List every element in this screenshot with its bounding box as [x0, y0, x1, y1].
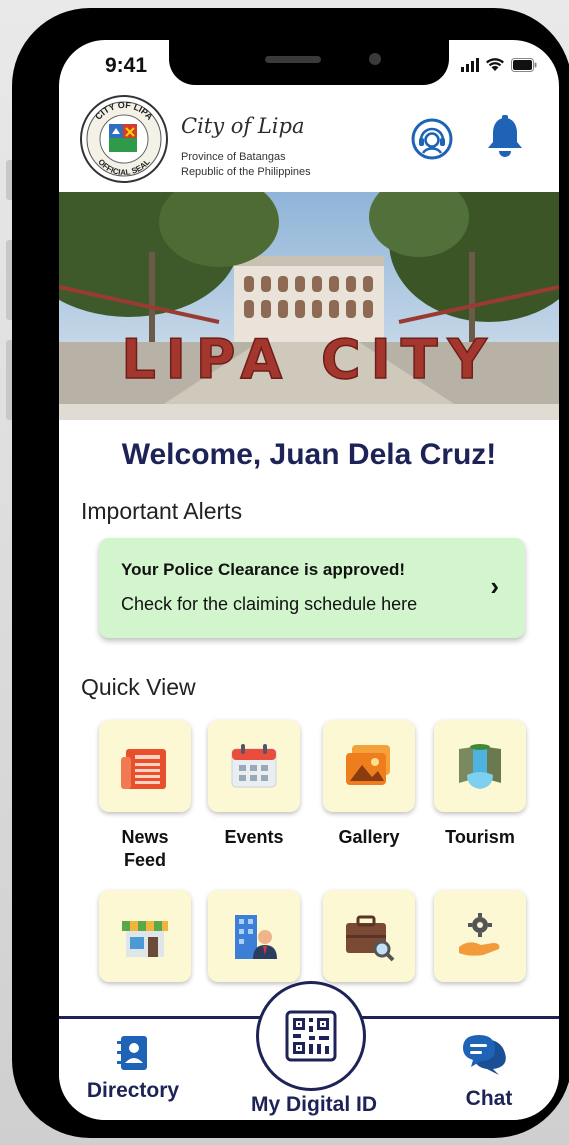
chat-bubbles-icon	[463, 1035, 506, 1075]
hero-sign-text: LIPA CITY	[121, 328, 496, 391]
nav-chat-label: Chat	[465, 1087, 513, 1110]
quick-view-events[interactable]	[208, 720, 300, 812]
bell-icon[interactable]	[483, 114, 527, 160]
tile-label-line: News	[121, 827, 169, 847]
nav-directory[interactable]: Directory	[83, 1033, 183, 1103]
important-alerts-heading: Important Alerts	[81, 498, 243, 524]
building-person-icon	[235, 915, 277, 959]
waterfall-icon	[459, 744, 501, 789]
briefcase-search-icon	[346, 915, 395, 962]
nav-directory-label: Directory	[86, 1079, 180, 1102]
hand-gear-icon	[459, 913, 500, 956]
images-icon	[346, 745, 390, 785]
hero-image-lipa-city: LIPA CITY	[59, 192, 559, 420]
tile-label-news-feed: News Feed	[90, 826, 200, 872]
storefront-icon	[122, 921, 168, 957]
quick-view-jobs[interactable]	[323, 890, 415, 982]
alert-title: Your Police Clearance is approved!	[121, 560, 406, 579]
contact-book-icon	[117, 1036, 147, 1070]
nav-chat[interactable]: Chat	[439, 1033, 539, 1111]
tile-label-tourism: Tourism	[445, 827, 515, 847]
quick-view-social[interactable]	[434, 890, 526, 982]
user-headset-icon[interactable]	[411, 118, 453, 160]
phone-frame: 9:41 CITY OF LIPA OFFICIAL SEAL City of …	[12, 8, 569, 1138]
quick-view-heading: Quick View	[81, 674, 196, 700]
quick-view-business[interactable]	[208, 890, 300, 982]
notch-speaker	[265, 56, 321, 63]
quick-view-gallery[interactable]	[323, 720, 415, 812]
qr-code-icon	[285, 1010, 337, 1062]
province-label: Province of Batangas	[181, 151, 286, 163]
device-notch	[169, 40, 449, 85]
nav-my-digital-id-label: My Digital ID	[250, 1093, 377, 1116]
status-icons	[461, 56, 537, 72]
signal-icon	[461, 56, 479, 72]
alert-body: Check for the claiming schedule here	[121, 594, 418, 614]
nav-my-digital-id[interactable]	[256, 981, 366, 1091]
tile-label-events: Events	[224, 827, 284, 847]
quick-view-tourism[interactable]	[434, 720, 526, 812]
quick-view-tatak[interactable]	[99, 890, 191, 982]
welcome-heading: Welcome, Juan Dela Cruz!	[121, 438, 497, 471]
country-label: Republic of the Philippines	[181, 166, 311, 178]
newspaper-icon	[121, 749, 166, 789]
city-seal-logo: CITY OF LIPA OFFICIAL SEAL	[80, 95, 168, 183]
battery-icon	[511, 58, 537, 72]
city-title: City of Lipa	[181, 114, 305, 138]
calendar-icon	[231, 744, 277, 788]
quick-view-news-feed[interactable]	[99, 720, 191, 812]
app-screen: 9:41 CITY OF LIPA OFFICIAL SEAL City of …	[59, 40, 559, 1120]
status-time: 9:41	[105, 54, 148, 77]
city-subtitle: Province of Batangas Republic of the Phi…	[181, 150, 311, 180]
tile-label-gallery: Gallery	[338, 827, 400, 847]
tile-label-line: Feed	[123, 850, 166, 870]
alert-card-police-clearance[interactable]: Your Police Clearance is approved! Check…	[99, 538, 525, 638]
wifi-icon	[486, 58, 504, 71]
notch-camera	[369, 53, 381, 65]
chevron-right-icon: ›	[490, 571, 499, 601]
